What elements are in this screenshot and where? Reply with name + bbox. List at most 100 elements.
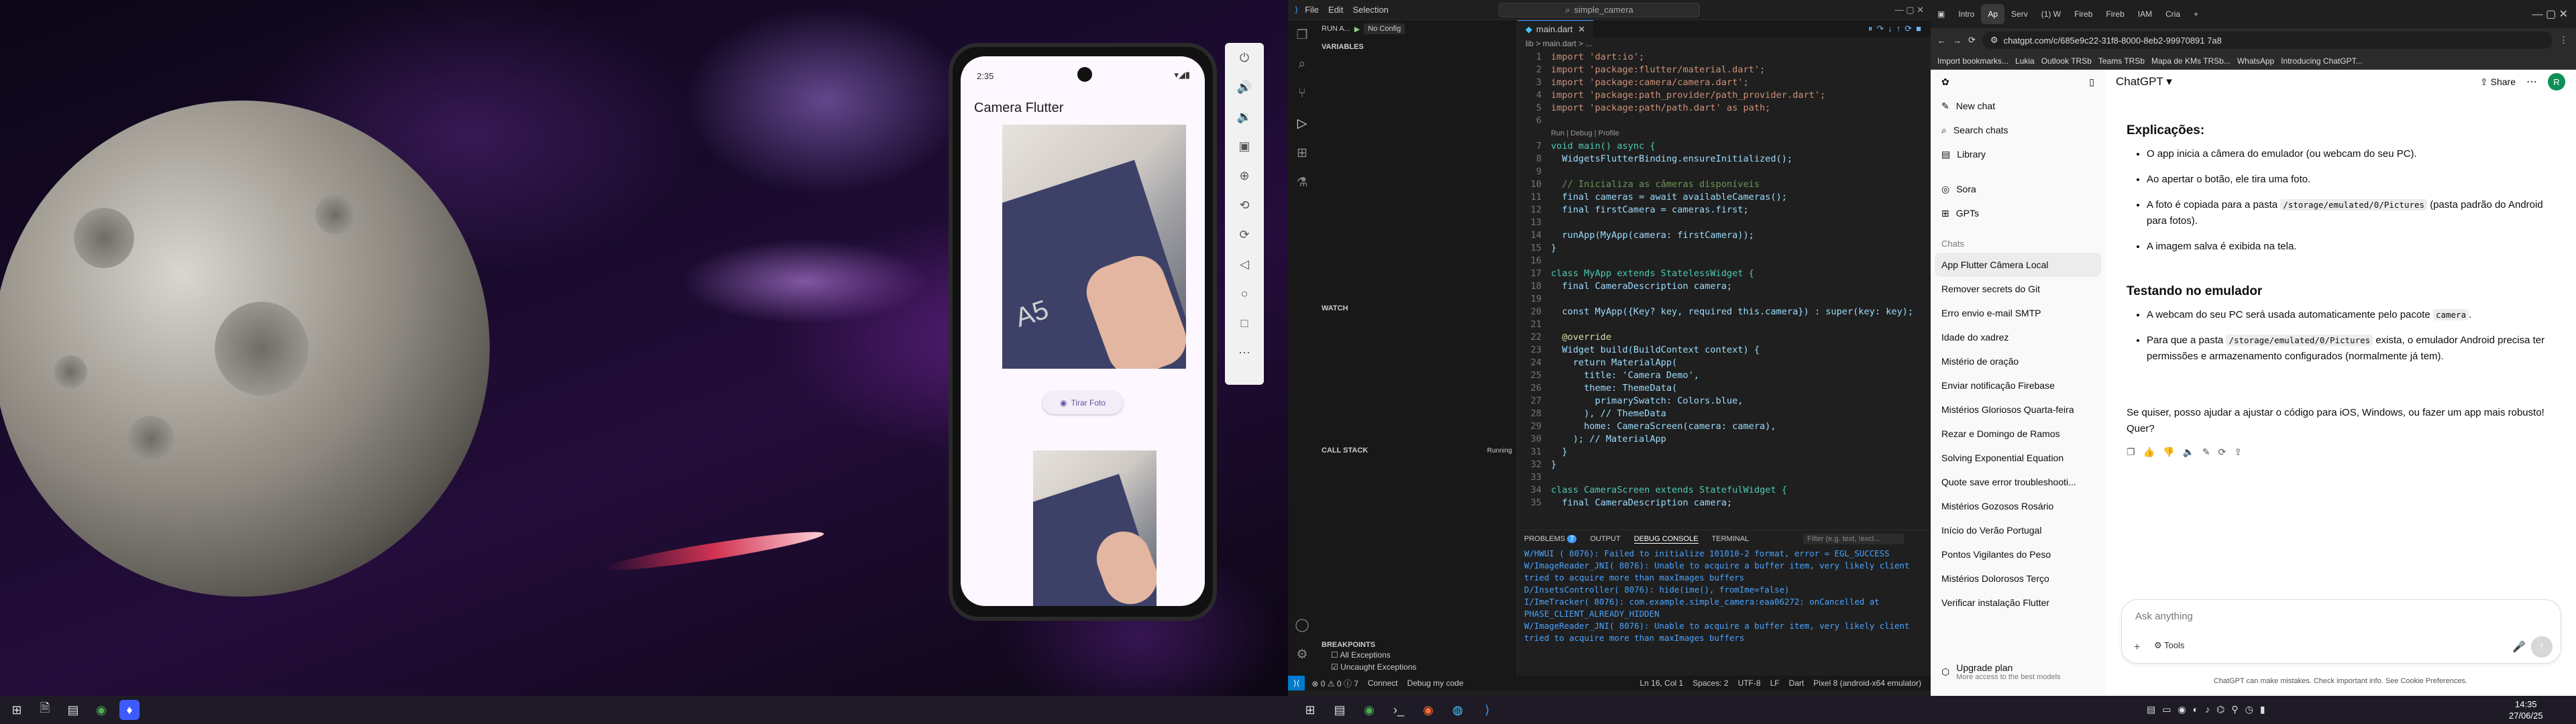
- code-line[interactable]: 4 import 'package:path_provider/path_prov…: [1517, 89, 1931, 102]
- call-stack-section[interactable]: CALL STACK: [1316, 444, 1373, 458]
- browser-tab[interactable]: Intro: [1951, 4, 1981, 24]
- bookmark[interactable]: Introducing ChatGPT...: [2281, 56, 2362, 66]
- bookmark[interactable]: Outlook TRSb: [2041, 56, 2092, 66]
- share-icon[interactable]: ⇪: [2234, 446, 2250, 457]
- upgrade-plan-button[interactable]: ⬡ Upgrade plan More access to the best mo…: [1941, 662, 2061, 681]
- code-line[interactable]: 11 final cameras = await availableCamera…: [1517, 191, 1931, 204]
- variables-section[interactable]: VARIABLES: [1316, 40, 1517, 54]
- code-line[interactable]: 32}: [1517, 459, 1931, 471]
- firefox-icon[interactable]: ◉: [1418, 700, 1438, 720]
- breakpoints-section[interactable]: BREAKPOINTS: [1316, 638, 1381, 652]
- chat-history-item[interactable]: Mistério de oração: [1931, 349, 2105, 373]
- filter-input[interactable]: Filter (e.g. text, !excl...: [1803, 534, 1904, 544]
- code-line[interactable]: 13: [1517, 217, 1931, 229]
- reload-icon[interactable]: ⟳: [1968, 35, 1976, 46]
- more-icon[interactable]: ⋯: [1225, 338, 1264, 367]
- code-line[interactable]: 14 runApp(MyApp(camera: firstCamera));: [1517, 229, 1931, 242]
- run-debug-icon[interactable]: ▷: [1288, 109, 1316, 138]
- code-line[interactable]: 19: [1517, 293, 1931, 306]
- connect-status[interactable]: Connect: [1368, 678, 1398, 688]
- avatar[interactable]: R: [2548, 73, 2565, 90]
- site-info-icon[interactable]: ⚙: [1990, 35, 1998, 46]
- read-aloud-icon[interactable]: 🔈: [2182, 446, 2202, 457]
- settings-gear-icon[interactable]: ⚙: [1288, 640, 1316, 669]
- new-tab-icon[interactable]: +: [2187, 4, 2205, 24]
- language-mode[interactable]: Dart: [1789, 678, 1805, 688]
- browser-tab[interactable]: Cria: [2159, 4, 2187, 24]
- browser-tab[interactable]: (1) W: [2035, 4, 2068, 24]
- menu-file[interactable]: File: [1305, 5, 1319, 15]
- chat-history-item[interactable]: Verificar instalação Flutter: [1931, 591, 2105, 615]
- code-line[interactable]: 26 theme: ThemeData(: [1517, 382, 1931, 395]
- code-line[interactable]: 25 title: 'Camera Demo',: [1517, 369, 1931, 382]
- web-icon[interactable]: ◍: [1448, 700, 1468, 720]
- system-clock[interactable]: 14:35 27/06/25: [2509, 699, 2543, 721]
- browser-tab[interactable]: IAM: [2131, 4, 2159, 24]
- overview-icon[interactable]: □: [1225, 308, 1264, 338]
- tab-output[interactable]: OUTPUT: [1590, 535, 1620, 543]
- openai-logo-icon[interactable]: ✿: [1941, 76, 1949, 88]
- search-chats-button[interactable]: ⌕ Search chats: [1931, 118, 2105, 142]
- code-line[interactable]: 17 class MyApp extends StatelessWidget {: [1517, 267, 1931, 280]
- chrome-icon[interactable]: ◉: [91, 700, 111, 720]
- code-line[interactable]: 6: [1517, 115, 1931, 127]
- chat-history-item[interactable]: Mistérios Gloriosos Quarta-feira: [1931, 398, 2105, 422]
- debug-mode-status[interactable]: Debug my code: [1407, 678, 1464, 688]
- chat-history-item[interactable]: Mistérios Gozosos Rosário: [1931, 494, 2105, 518]
- chrome-icon[interactable]: ◉: [1359, 700, 1379, 720]
- chat-history-item[interactable]: Remover secrets do Git: [1931, 277, 2105, 301]
- code-line[interactable]: 21: [1517, 318, 1931, 331]
- extensions-icon[interactable]: ⋮: [2559, 35, 2568, 46]
- code-line[interactable]: 31 }: [1517, 446, 1931, 459]
- chat-history-item[interactable]: Idade do xadrez: [1931, 325, 2105, 349]
- code-line[interactable]: 30 ); // MaterialApp: [1517, 433, 1931, 446]
- mic-icon[interactable]: 🎤: [2512, 640, 2526, 654]
- code-line[interactable]: 1 import 'dart:io';: [1517, 51, 1931, 64]
- browser-tab[interactable]: Serv: [2004, 4, 2035, 24]
- breadcrumb[interactable]: lib > main.dart > ...: [1517, 38, 1931, 51]
- code-line[interactable]: 16: [1517, 255, 1931, 267]
- gpts-button[interactable]: ⊞ GPTs: [1931, 201, 2105, 225]
- chat-history-item[interactable]: Rezar e Domingo de Ramos: [1931, 422, 2105, 446]
- tab-debug-console[interactable]: DEBUG CONSOLE: [1633, 535, 1699, 544]
- screenshot-icon[interactable]: ▣: [1225, 131, 1264, 161]
- home-icon[interactable]: ○: [1225, 279, 1264, 308]
- close-sidebar-icon[interactable]: ▯: [2089, 76, 2094, 88]
- chat-history-item[interactable]: Enviar notificação Firebase: [1931, 373, 2105, 398]
- code-line[interactable]: 12 final firstCamera = cameras.first;: [1517, 204, 1931, 217]
- command-search[interactable]: ⌕ simple_camera: [1498, 2, 1700, 17]
- chat-history-item[interactable]: App Flutter Câmera Local: [1935, 253, 2101, 277]
- code-line[interactable]: 23 Widget build(BuildContext context) {: [1517, 344, 1931, 357]
- edit-icon[interactable]: ✎: [2202, 446, 2218, 457]
- take-photo-button[interactable]: ◉ Tirar Foto: [1042, 391, 1123, 414]
- share-button[interactable]: ⇪ Share: [2480, 76, 2516, 88]
- close-tab-icon[interactable]: ✕: [1578, 24, 1585, 35]
- sora-button[interactable]: ◎ Sora: [1931, 177, 2105, 201]
- code-line[interactable]: 18 final CameraDescription camera;: [1517, 280, 1931, 293]
- regenerate-icon[interactable]: ⟳: [2218, 446, 2235, 457]
- remote-indicator[interactable]: ⟩⟨: [1288, 676, 1305, 690]
- library-button[interactable]: ▤ Library: [1931, 142, 2105, 166]
- back-icon[interactable]: ←: [1937, 36, 1946, 46]
- explorer-icon[interactable]: ▤: [63, 700, 83, 720]
- back-icon[interactable]: ◁: [1225, 249, 1264, 279]
- eol[interactable]: LF: [1770, 678, 1780, 688]
- code-editor[interactable]: ◆ main.dart ✕ ⏸↷↓↑⟳■ lib > main.dart > ...…: [1517, 20, 1931, 530]
- code-line[interactable]: 9: [1517, 166, 1931, 178]
- code-line[interactable]: 3 import 'package:camera/camera.dart';: [1517, 76, 1931, 89]
- thumbs-down-icon[interactable]: 👎: [2163, 446, 2182, 457]
- codelens[interactable]: Run | Debug | Profile: [1517, 127, 1931, 140]
- menu-edit[interactable]: Edit: [1328, 5, 1343, 15]
- bookmark[interactable]: Mapa de KMs TRSb...: [2151, 56, 2231, 66]
- thumbs-up-icon[interactable]: 👍: [2143, 446, 2163, 457]
- window-controls[interactable]: — ▢ ✕: [1895, 5, 1924, 15]
- tab-main-dart[interactable]: ◆ main.dart ✕: [1517, 20, 1594, 38]
- forward-icon[interactable]: →: [1953, 36, 1962, 46]
- explorer-icon[interactable]: ❐: [1288, 20, 1316, 50]
- code-line[interactable]: 2 import 'package:flutter/material.dart';: [1517, 64, 1931, 76]
- problems-status[interactable]: ⊗ 0 ⚠ 0 ⓘ 7: [1311, 678, 1358, 689]
- start-menu-icon[interactable]: ⊞: [1300, 700, 1320, 720]
- zoom-in-icon[interactable]: ⊕: [1225, 161, 1264, 190]
- debug-toolbar[interactable]: ⏸↷↓↑⟳■: [1868, 23, 1925, 34]
- power-icon[interactable]: ⏻: [1225, 43, 1264, 72]
